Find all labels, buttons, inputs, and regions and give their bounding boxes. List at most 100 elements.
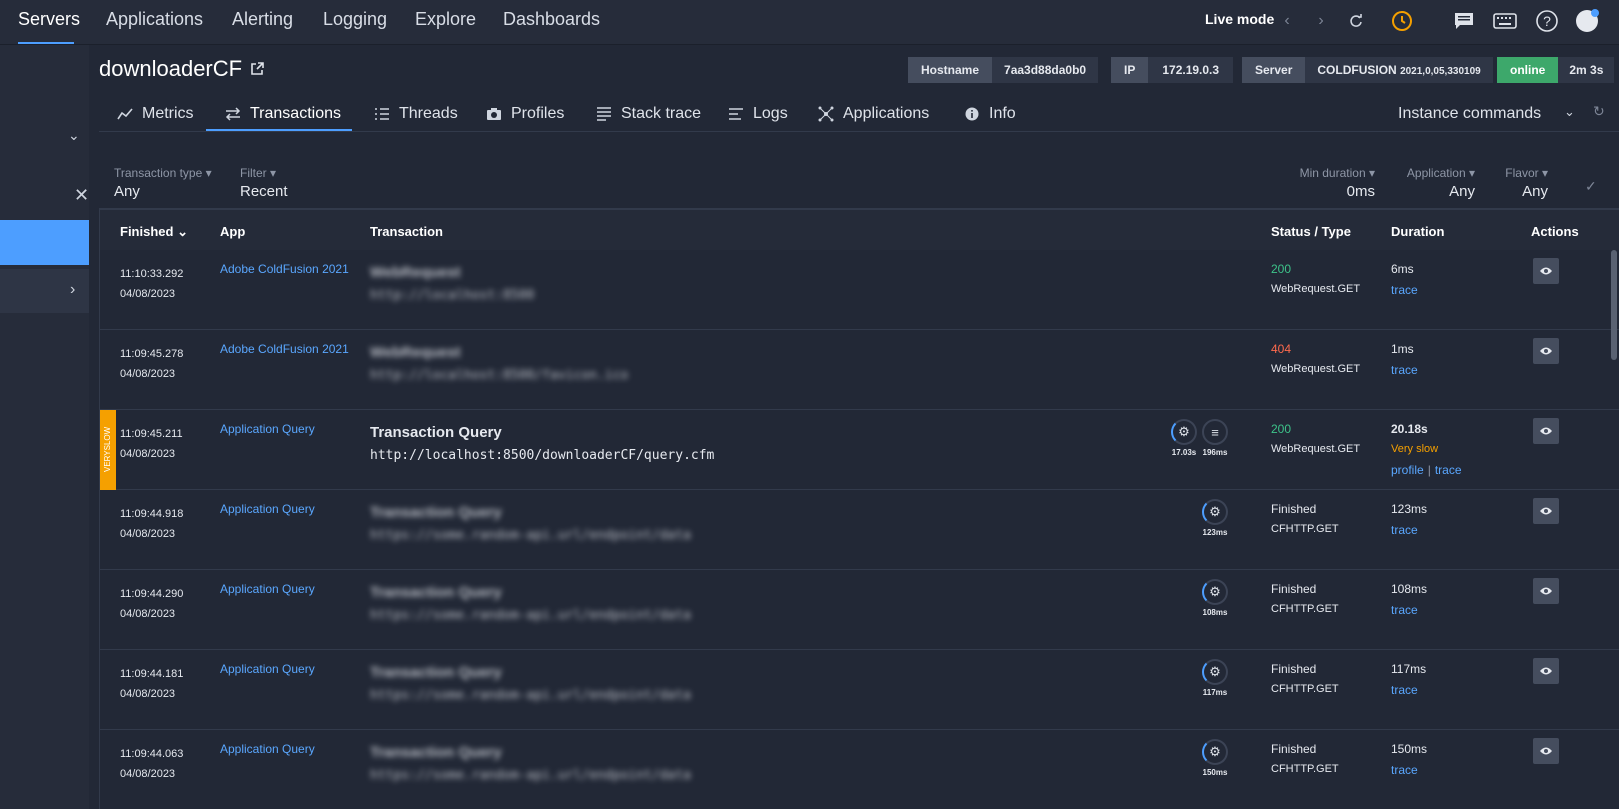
refresh-icon[interactable] [1343, 8, 1369, 34]
filter-value: 0ms [1346, 183, 1375, 200]
user-avatar-icon[interactable] [1574, 8, 1600, 34]
live-mode-label[interactable]: Live mode [1205, 11, 1274, 27]
nav-active-indicator [18, 42, 74, 44]
instance-commands-button[interactable]: Instance commands [1398, 105, 1541, 123]
help-icon[interactable]: ? [1534, 8, 1560, 34]
clock-icon[interactable] [1389, 8, 1415, 34]
very-slow-label: Very slow [1391, 443, 1439, 455]
view-button[interactable] [1533, 418, 1559, 444]
uptime-value: 2m 3s [1558, 57, 1615, 83]
table-row[interactable]: 11:09:45.278 04/08/2023 Adobe ColdFusion … [100, 330, 1619, 410]
transaction-type-filter[interactable]: Transaction type ▾ Any [114, 166, 212, 200]
nav-servers[interactable]: Servers [18, 9, 80, 30]
table-row[interactable]: 11:09:44.181 04/08/2023 Application Query… [100, 650, 1619, 730]
table-row[interactable]: 11:09:44.918 04/08/2023 Application Query… [100, 490, 1619, 570]
chevron-down-icon[interactable]: ⌄ [1564, 104, 1575, 120]
nav-logging[interactable]: Logging [323, 9, 387, 30]
min-duration-filter[interactable]: Min duration ▾ 0ms [1299, 166, 1375, 200]
row-app-link[interactable]: Application Query [220, 502, 315, 516]
nav-explore[interactable]: Explore [415, 9, 476, 30]
row-duration: 108ms [1391, 582, 1428, 596]
row-date: 04/08/2023 [120, 448, 176, 460]
info-icon [963, 105, 981, 123]
tab-stack-trace[interactable]: Stack trace [595, 105, 701, 123]
view-button[interactable] [1533, 258, 1559, 284]
tab-metrics[interactable]: Metrics [116, 105, 194, 123]
exchange-icon [224, 105, 242, 123]
chevron-down-icon[interactable]: ⌄ [68, 127, 80, 144]
caret-down-icon: ▾ [1468, 166, 1475, 180]
row-app-link[interactable]: Application Query [220, 742, 315, 756]
row-time: 11:09:44.290 [120, 588, 184, 600]
row-transaction-title: Transaction Query [370, 744, 502, 761]
view-button[interactable] [1533, 738, 1559, 764]
filter-label: Flavor [1505, 166, 1539, 180]
selected-server-item[interactable] [0, 220, 89, 265]
profile-link[interactable]: profile [1391, 463, 1424, 477]
nav-dashboards[interactable]: Dashboards [503, 9, 600, 30]
trace-link[interactable]: trace [1435, 463, 1462, 477]
tab-logs[interactable]: Logs [727, 105, 788, 123]
row-date: 04/08/2023 [120, 688, 176, 700]
badge-label: 108ms [1202, 608, 1228, 617]
header-finished[interactable]: Finished ⌄ [120, 224, 188, 240]
row-app-link[interactable]: Application Query [220, 422, 315, 436]
hostname-label: Hostname [908, 57, 993, 83]
view-button[interactable] [1533, 578, 1559, 604]
table-row[interactable]: VERYSLOW 11:09:45.211 04/08/2023 Applicat… [100, 410, 1619, 490]
http-call-badge[interactable]: ⚙ 123ms [1200, 499, 1230, 537]
tab-threads[interactable]: Threads [373, 105, 458, 123]
filter-value: Any [114, 183, 140, 200]
header-duration: Duration [1391, 224, 1445, 239]
table-row[interactable]: 11:09:44.063 04/08/2023 Application Query… [100, 730, 1619, 809]
clear-filters-icon[interactable]: ✓ [1585, 178, 1597, 195]
row-status: Finished [1271, 662, 1317, 676]
trace-link[interactable]: trace [1391, 523, 1418, 537]
tab-info[interactable]: Info [963, 105, 1016, 123]
chevron-right-icon[interactable]: › [1308, 8, 1334, 34]
keyboard-icon[interactable] [1492, 8, 1518, 34]
external-link-icon[interactable] [250, 62, 264, 76]
view-button[interactable] [1533, 498, 1559, 524]
application-filter[interactable]: Application ▾ Any [1403, 166, 1475, 200]
trace-link[interactable]: trace [1391, 763, 1418, 777]
http-call-badge[interactable]: ⚙ 17.03s [1169, 419, 1199, 457]
chevron-left-icon[interactable]: ‹ [1274, 8, 1300, 34]
close-icon[interactable]: ✕ [74, 185, 89, 206]
http-call-badge[interactable]: ⚙ 108ms [1200, 579, 1230, 617]
server-name: downloaderCF [99, 56, 243, 81]
tab-profiles[interactable]: Profiles [485, 105, 564, 123]
row-status-code: 404 [1271, 342, 1292, 356]
row-app-link[interactable]: Adobe ColdFusion 2021 [220, 342, 349, 356]
camera-icon [485, 105, 503, 123]
db-call-badge[interactable]: ≡ 196ms [1200, 419, 1230, 457]
tab-transactions[interactable]: Transactions [224, 105, 341, 123]
row-status: Finished [1271, 502, 1317, 516]
http-call-badge[interactable]: ⚙ 117ms [1200, 659, 1230, 697]
table-row[interactable]: 11:10:33.292 04/08/2023 Adobe ColdFusion … [100, 250, 1619, 330]
row-duration: 6ms [1391, 262, 1414, 276]
filter-dropdown[interactable]: Filter ▾ Recent [240, 166, 288, 200]
table-scrollbar[interactable] [1611, 250, 1617, 360]
row-app-link[interactable]: Application Query [220, 582, 315, 596]
row-app-link[interactable]: Application Query [220, 662, 315, 676]
view-button[interactable] [1533, 338, 1559, 364]
refresh-icon[interactable]: ↻ [1593, 103, 1605, 120]
trace-link[interactable]: trace [1391, 283, 1418, 297]
table-row[interactable]: 11:09:44.290 04/08/2023 Application Query… [100, 570, 1619, 650]
webhook-icon: ⚙ [1202, 739, 1228, 765]
trace-link[interactable]: trace [1391, 363, 1418, 377]
server-list-item[interactable]: › [0, 269, 89, 313]
http-call-badge[interactable]: ⚙ 150ms [1200, 739, 1230, 777]
trace-link[interactable]: trace [1391, 603, 1418, 617]
nav-alerting[interactable]: Alerting [232, 9, 293, 30]
row-app-link[interactable]: Adobe ColdFusion 2021 [220, 262, 349, 276]
logs-icon [727, 105, 745, 123]
chat-icon[interactable] [1451, 8, 1477, 34]
server-value: COLDFUSION 2021,0,05,330109 [1305, 57, 1493, 83]
view-button[interactable] [1533, 658, 1559, 684]
tab-applications[interactable]: Applications [817, 105, 929, 123]
nav-applications[interactable]: Applications [106, 9, 203, 30]
trace-link[interactable]: trace [1391, 683, 1418, 697]
flavor-filter[interactable]: Flavor ▾ Any [1500, 166, 1548, 200]
